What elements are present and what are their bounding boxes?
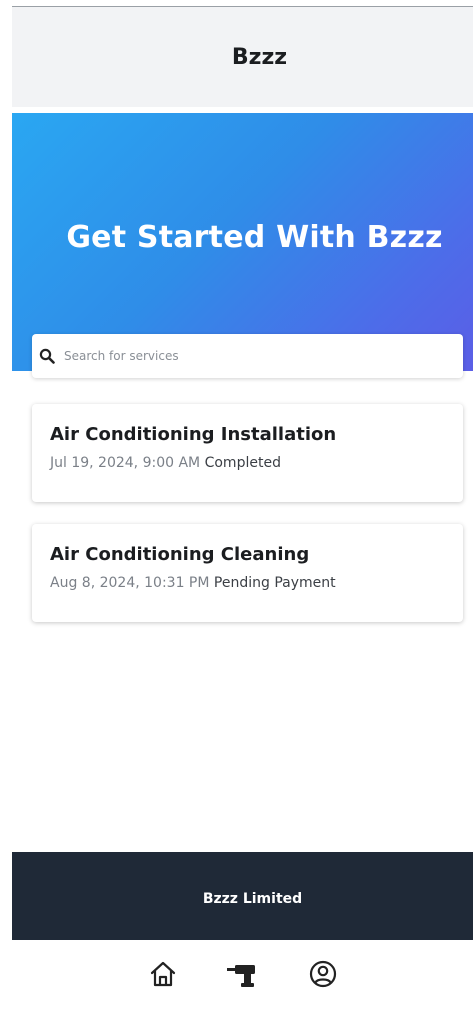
service-date: Jul 19, 2024, 9:00 AM (50, 455, 201, 471)
service-title: Air Conditioning Installation (50, 424, 337, 445)
hero-title: Get Started With Bzzz (66, 219, 443, 255)
hero-banner: Get Started With Bzzz (12, 113, 473, 371)
app-header: Bzzz (12, 7, 473, 107)
service-card[interactable]: Air Conditioning Cleaning Aug 8, 2024, 1… (32, 524, 463, 622)
footer-company: Bzzz Limited (202, 891, 303, 907)
nav-services[interactable] (223, 956, 263, 996)
drill-icon (225, 959, 261, 993)
service-status: Pending Payment (213, 575, 336, 591)
user-icon (308, 959, 338, 993)
service-status: Completed (204, 455, 281, 471)
service-title: Air Conditioning Cleaning (50, 544, 310, 565)
search-input[interactable] (62, 348, 446, 364)
nav-profile[interactable] (303, 956, 343, 996)
service-meta: Jul 19, 2024, 9:00 AM Completed (50, 455, 445, 471)
app-title: Bzzz (231, 44, 288, 70)
footer: Bzzz Limited (12, 852, 473, 940)
service-meta: Aug 8, 2024, 10:31 PM Pending Payment (50, 575, 445, 591)
search-bar[interactable] (32, 334, 463, 378)
nav-home[interactable] (143, 956, 183, 996)
app-screen: Bzzz Get Started With Bzzz Air Condition… (0, 0, 473, 1012)
service-card[interactable]: Air Conditioning Installation Jul 19, 20… (32, 404, 463, 502)
home-icon (148, 959, 178, 993)
bottom-nav (12, 940, 473, 1012)
search-icon (38, 347, 56, 365)
service-date: Aug 8, 2024, 10:31 PM (50, 575, 210, 591)
